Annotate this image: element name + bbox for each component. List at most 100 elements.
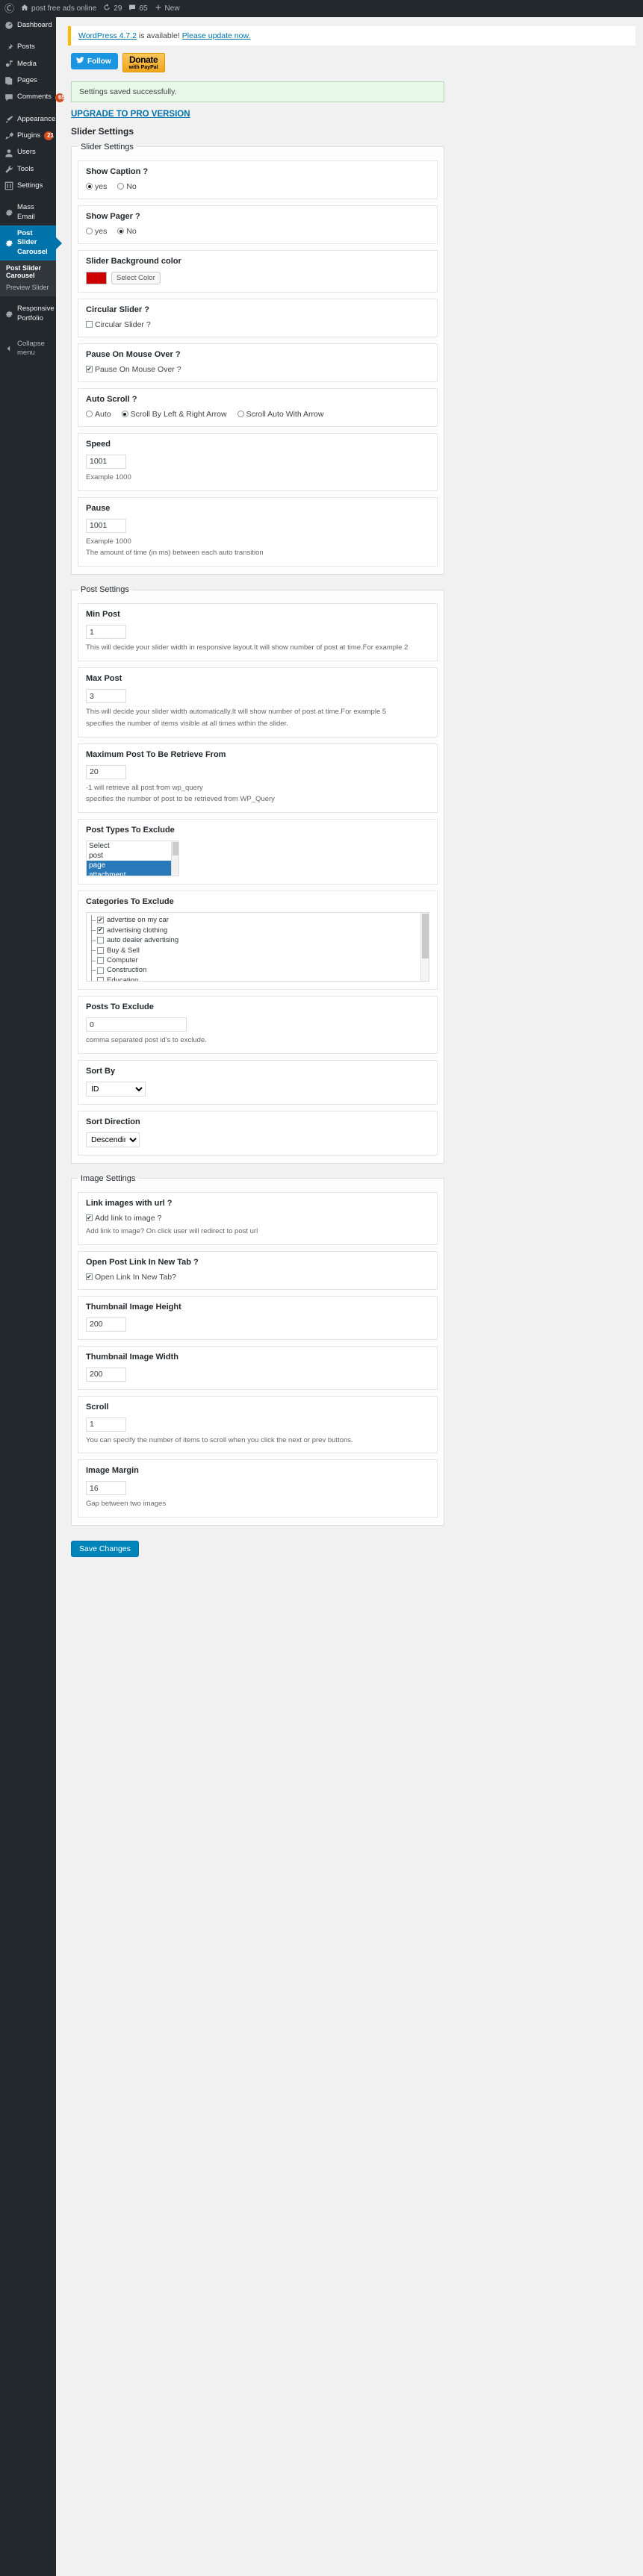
checkbox-icon[interactable] [86, 1214, 93, 1222]
auto-scroll-option-auto[interactable]: Auto [86, 410, 111, 419]
new-content-menu[interactable]: New [155, 4, 180, 13]
circular-slider-checkbox-label[interactable]: Circular Slider ? [86, 320, 151, 329]
post-types-exclude-listbox[interactable]: Select post page attachment [86, 841, 179, 877]
save-changes-button[interactable]: Save Changes [71, 1541, 139, 1558]
sort-by-select[interactable]: ID [86, 1081, 146, 1097]
sidebar-item-appearance[interactable]: Appearance [0, 111, 56, 128]
dashboard-icon [4, 21, 13, 30]
checkbox-icon[interactable] [97, 977, 104, 982]
list-item[interactable]: post [87, 851, 178, 861]
list-item[interactable]: advertise on my car [91, 915, 429, 926]
list-item[interactable]: Select [87, 841, 178, 851]
min-post-input[interactable] [86, 625, 126, 640]
checkbox-icon[interactable] [97, 917, 104, 924]
list-item[interactable]: Buy & Sell [91, 945, 429, 956]
radio-icon[interactable] [117, 228, 125, 235]
categories-exclude-tree[interactable]: advertise on my car advertising clothing… [86, 912, 429, 982]
sidebar-item-label: Tools [17, 164, 34, 173]
checkbox-icon[interactable] [97, 967, 104, 974]
checkbox-icon[interactable] [97, 937, 104, 944]
sidebar-item-post-slider-carousel[interactable]: Post Slider Carousel [0, 225, 62, 261]
site-name-menu[interactable]: post free ads online [21, 4, 96, 13]
sort-by-title: Sort By [86, 1066, 116, 1076]
pause-on-mouse-over-checkbox-label[interactable]: Pause On Mouse Over ? [86, 365, 181, 374]
collapse-menu-button[interactable]: Collapse menu [0, 336, 56, 362]
upgrade-to-pro-link[interactable]: UPGRADE TO PRO VERSION [71, 110, 636, 119]
list-item[interactable]: page [87, 861, 178, 871]
sidebar-item-label: Pages [17, 76, 37, 85]
link-images-checkbox-label[interactable]: Add link to image ? [86, 1214, 161, 1223]
sidebar-item-dashboard[interactable]: Dashboard [0, 17, 56, 34]
sidebar-item-tools[interactable]: Tools [0, 161, 56, 178]
scrollbar-thumb[interactable] [173, 842, 178, 856]
update-version-link[interactable]: WordPress 4.7.2 [78, 31, 137, 40]
max-retrieve-input[interactable] [86, 764, 126, 779]
max-post-card: Max Post This will decide your slider wi… [78, 667, 438, 737]
checkbox-icon[interactable] [86, 366, 93, 373]
thumbnail-width-input[interactable] [86, 1367, 126, 1382]
checkbox-icon[interactable] [86, 321, 93, 328]
pause-card: Pause Example 1000 The amount of time (i… [78, 496, 438, 567]
pause-input[interactable] [86, 518, 126, 533]
slider-settings-group: Slider Settings Show Caption ? yes No Sh… [71, 142, 444, 576]
select-color-button[interactable]: Select Color [111, 271, 161, 284]
checkbox-icon[interactable] [97, 946, 104, 954]
list-item[interactable]: Education [91, 975, 429, 982]
list-item[interactable]: Construction [91, 965, 429, 976]
show-caption-option-no[interactable]: No [117, 182, 137, 191]
tree-scrollbar[interactable] [420, 913, 429, 982]
list-item[interactable]: advertising clothing [91, 925, 429, 936]
sidebar-item-users[interactable]: Users [0, 144, 56, 160]
sidebar-item-comments[interactable]: Comments 65 [0, 89, 65, 105]
sidebar-item-settings[interactable]: Settings [0, 178, 56, 194]
list-item[interactable]: Computer [91, 955, 429, 966]
thumbnail-height-input[interactable] [86, 1317, 126, 1332]
radio-icon[interactable] [86, 183, 93, 190]
sidebar-item-mass-email[interactable]: Mass Email [0, 199, 56, 225]
radio-icon[interactable] [86, 411, 93, 418]
sidebar-item-posts[interactable]: Posts [0, 39, 56, 55]
link-images-card: Link images with url ? Add link to image… [78, 1191, 438, 1245]
list-item[interactable]: auto dealer advertising [91, 935, 429, 946]
checkbox-icon[interactable] [86, 1273, 93, 1281]
comments-menu[interactable]: 65 [128, 4, 148, 13]
checkbox-icon[interactable] [97, 926, 104, 934]
auto-scroll-option-arrows[interactable]: Scroll By Left & Right Arrow [121, 410, 227, 419]
scrollbar-thumb[interactable] [422, 914, 429, 959]
show-pager-option-no[interactable]: No [117, 227, 137, 236]
sort-direction-select[interactable]: Descending [86, 1132, 140, 1147]
show-caption-option-yes[interactable]: yes [86, 182, 107, 191]
sidebar-subitem-post-slider-carousel[interactable]: Post Slider Carousel [0, 262, 56, 281]
auto-scroll-option-auto-with-arrow[interactable]: Scroll Auto With Arrow [237, 410, 323, 419]
speed-input[interactable] [86, 454, 126, 469]
list-item[interactable]: attachment [87, 870, 178, 876]
updates-menu[interactable]: 29 [103, 4, 122, 13]
sidebar-item-media[interactable]: Media [0, 56, 56, 72]
new-tab-checkbox-label[interactable]: Open Link In New Tab? [86, 1273, 176, 1282]
image-margin-input[interactable] [86, 1481, 126, 1496]
show-pager-option-yes[interactable]: yes [86, 227, 107, 236]
sidebar-item-responsive-portfolio[interactable]: Responsive Portfolio [0, 301, 56, 327]
home-icon [21, 4, 28, 13]
posts-exclude-input[interactable] [86, 1017, 187, 1032]
sidebar-item-label: Plugins [17, 131, 41, 140]
link-images-title: Link images with url ? [86, 1198, 173, 1208]
scroll-input[interactable] [86, 1417, 126, 1432]
sidebar-item-pages[interactable]: Pages [0, 72, 56, 89]
update-now-link[interactable]: Please update now. [182, 31, 251, 40]
sidebar-item-plugins[interactable]: Plugins 21 [0, 128, 56, 144]
radio-icon[interactable] [86, 228, 93, 235]
listbox-scrollbar[interactable] [171, 841, 178, 876]
auto-scroll-radios: Auto Scroll By Left & Right Arrow Scroll… [86, 410, 429, 419]
color-swatch[interactable] [86, 271, 107, 284]
comment-bubble-icon [4, 93, 13, 102]
paypal-donate-button[interactable]: Donate with PayPal [122, 53, 165, 72]
wordpress-logo-icon[interactable]: Ⓒ [4, 4, 14, 13]
checkbox-icon[interactable] [97, 957, 104, 964]
sidebar-subitem-preview-slider[interactable]: Preview Slider [0, 281, 56, 293]
radio-icon[interactable] [237, 411, 244, 418]
radio-icon[interactable] [121, 411, 128, 418]
twitter-follow-button[interactable]: Follow [71, 53, 118, 69]
radio-icon[interactable] [117, 183, 125, 190]
max-post-input[interactable] [86, 689, 126, 703]
